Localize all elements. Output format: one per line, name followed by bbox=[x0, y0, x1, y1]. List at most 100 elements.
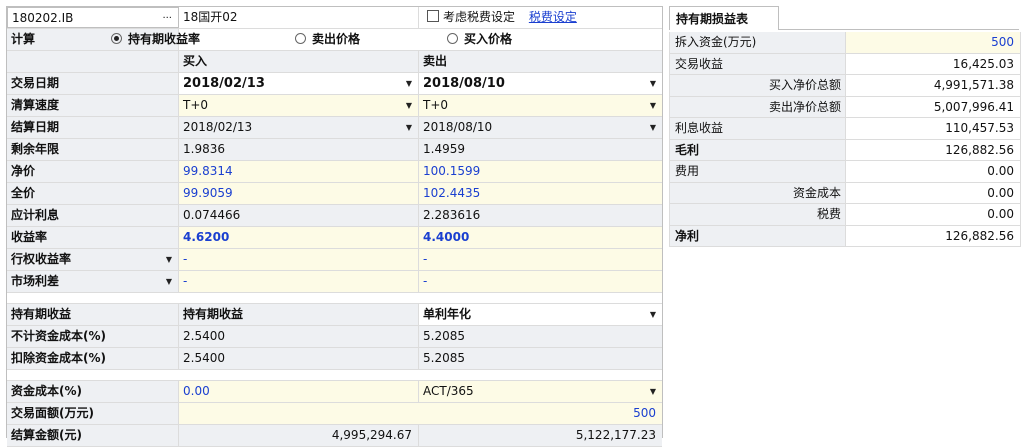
holding-return-column: 持有期收益 bbox=[179, 304, 419, 325]
buy-remaining-term-value: 1.9836 bbox=[179, 139, 419, 160]
column-header-blank bbox=[7, 51, 179, 72]
sell-yield-input[interactable]: 4.4000 bbox=[419, 227, 662, 248]
sell-clean-price-input[interactable]: 100.1599 bbox=[419, 161, 662, 182]
buy-yield-input[interactable]: 4.6200 bbox=[179, 227, 419, 248]
clearing-speed-label: 清算速度 bbox=[7, 95, 179, 116]
sell-market-spread-input[interactable]: - bbox=[419, 271, 662, 292]
expenses-value: 0.00 bbox=[987, 164, 1014, 178]
buy-settlement-date-picker[interactable]: 2018/02/13 bbox=[179, 117, 419, 138]
tab-divider bbox=[779, 29, 1019, 30]
annualization-select[interactable]: 单利年化 bbox=[419, 304, 662, 325]
bond-header-row: 180202.IB ··· 18国开02 考虑税费设定 税费设定 bbox=[7, 7, 662, 29]
table-row: 应计利息 0.074466 2.283616 bbox=[7, 205, 662, 227]
funding-cost-input[interactable]: 0.00 bbox=[179, 381, 419, 402]
bond-code-field[interactable]: 180202.IB ··· bbox=[7, 7, 179, 28]
tax-options: 考虑税费设定 税费设定 bbox=[419, 7, 662, 28]
table-row: 卖出净价总额 5,007,996.41 bbox=[670, 96, 1020, 118]
radio-buy-price-label: 买入价格 bbox=[464, 32, 513, 46]
consider-tax-label: 考虑税费设定 bbox=[443, 10, 516, 24]
sell-full-price-input[interactable]: 102.4435 bbox=[419, 183, 662, 204]
day-count-select[interactable]: ACT/365 bbox=[419, 381, 662, 402]
column-header-sell: 卖出 bbox=[419, 51, 662, 72]
table-row: 交易日期 2018/02/13 2018/08/10 bbox=[7, 73, 662, 95]
radio-sell-price-label: 卖出价格 bbox=[312, 32, 361, 46]
table-row: 利息收益 110,457.53 bbox=[670, 118, 1020, 140]
bond-picker-ellipsis[interactable]: ··· bbox=[162, 8, 172, 27]
table-row: 清算速度 T+0 T+0 bbox=[7, 95, 662, 117]
bond-name-field: 18国开02 bbox=[179, 7, 419, 28]
table-row: 交易面额(万元) 500 bbox=[7, 403, 662, 425]
gross-profit-value: 126,882.56 bbox=[945, 142, 1014, 157]
buy-net-total-value: 4,991,571.38 bbox=[933, 78, 1014, 92]
market-spread-dropdown[interactable]: 市场利差 bbox=[7, 271, 179, 292]
net-funding-cost-annualized: 5.2085 bbox=[419, 348, 662, 369]
tab-holding-pnl[interactable]: 持有期损益表 bbox=[669, 6, 779, 30]
table-row: 结算金额(元) 4,995,294.67 5,122,177.23 bbox=[7, 425, 662, 447]
trade-date-label: 交易日期 bbox=[7, 73, 179, 94]
sell-accrued-interest-value: 2.283616 bbox=[419, 205, 662, 226]
table-row: 费用 0.00 bbox=[670, 161, 1020, 183]
radio-holding-yield-label: 持有期收益率 bbox=[128, 32, 201, 46]
table-row: 买入净价总额 4,991,571.38 bbox=[670, 75, 1020, 97]
table-row: 结算日期 2018/02/13 2018/08/10 bbox=[7, 117, 662, 139]
radio-buy-price[interactable]: 买入价格 bbox=[443, 29, 593, 50]
funding-cost-pnl-value: 0.00 bbox=[987, 185, 1014, 200]
accrued-interest-label: 应计利息 bbox=[7, 205, 179, 226]
table-row: 拆入资金(万元) 500 bbox=[670, 32, 1020, 54]
table-row: 交易收益 16,425.03 bbox=[670, 53, 1020, 75]
table-row: 不计资金成本(%) 2.5400 5.2085 bbox=[7, 326, 662, 348]
table-row: 市场利差 - - bbox=[7, 271, 662, 293]
face-amount-label: 交易面额(万元) bbox=[7, 403, 179, 424]
radio-holding-yield-icon[interactable] bbox=[111, 33, 122, 44]
settlement-amount-label: 结算金额(元) bbox=[7, 425, 179, 446]
table-row: 净价 99.8314 100.1599 bbox=[7, 161, 662, 183]
expenses-label: 费用 bbox=[670, 161, 846, 182]
face-amount-input[interactable]: 500 bbox=[179, 403, 662, 424]
buy-market-spread-input[interactable]: - bbox=[179, 271, 419, 292]
table-row: 资金成本(%) 0.00 ACT/365 bbox=[7, 381, 662, 403]
exercise-yield-dropdown[interactable]: 行权收益率 bbox=[7, 249, 179, 270]
tax-value: 0.00 bbox=[987, 207, 1014, 221]
sell-net-total-value: 5,007,996.41 bbox=[933, 99, 1014, 114]
column-header-buy: 买入 bbox=[179, 51, 419, 72]
radio-buy-price-icon[interactable] bbox=[447, 33, 458, 44]
bond-name-value: 18国开02 bbox=[183, 10, 238, 24]
trading-income-label: 交易收益 bbox=[670, 53, 846, 74]
sell-clearing-speed-select[interactable]: T+0 bbox=[419, 95, 662, 116]
excl-funding-cost-label: 不计资金成本(%) bbox=[7, 326, 179, 347]
yield-label: 收益率 bbox=[7, 227, 179, 248]
consider-tax-checkbox[interactable] bbox=[427, 10, 439, 22]
table-row: 收益率 4.6200 4.4000 bbox=[7, 227, 662, 249]
remaining-term-label: 剩余年限 bbox=[7, 139, 179, 160]
radio-sell-price[interactable]: 卖出价格 bbox=[291, 29, 421, 50]
tax-settings-link[interactable]: 税费设定 bbox=[529, 10, 577, 24]
sell-settlement-date-picker[interactable]: 2018/08/10 bbox=[419, 117, 662, 138]
full-price-label: 全价 bbox=[7, 183, 179, 204]
trading-income-value: 16,425.03 bbox=[952, 56, 1014, 71]
pnl-table: 拆入资金(万元) 500 交易收益 16,425.03 买入净价总额 4,991… bbox=[669, 32, 1021, 247]
borrowed-funds-input[interactable]: 500 bbox=[846, 32, 1020, 53]
pnl-panel: 持有期损益表 拆入资金(万元) 500 交易收益 16,425.03 买入净价总… bbox=[669, 6, 1021, 247]
spacer-row bbox=[7, 293, 662, 304]
buy-clean-price-input[interactable]: 99.8314 bbox=[179, 161, 419, 182]
table-row: 税费 0.00 bbox=[670, 204, 1020, 226]
settlement-date-label: 结算日期 bbox=[7, 117, 179, 138]
sell-remaining-term-value: 1.4959 bbox=[419, 139, 662, 160]
funding-cost-label: 资金成本(%) bbox=[7, 381, 179, 402]
column-header-row: 买入 卖出 bbox=[7, 51, 662, 73]
borrowed-funds-label: 拆入资金(万元) bbox=[670, 32, 846, 53]
radio-sell-price-icon[interactable] bbox=[295, 33, 306, 44]
buy-net-total-label: 买入净价总额 bbox=[670, 75, 846, 96]
net-funding-cost-label: 扣除资金成本(%) bbox=[7, 348, 179, 369]
buy-full-price-input[interactable]: 99.9059 bbox=[179, 183, 419, 204]
sell-exercise-yield-input[interactable]: - bbox=[419, 249, 662, 270]
buy-exercise-yield-input[interactable]: - bbox=[179, 249, 419, 270]
table-row: 全价 99.9059 102.4435 bbox=[7, 183, 662, 205]
sell-settlement-amount-value: 5,122,177.23 bbox=[419, 425, 662, 446]
sell-trade-date-picker[interactable]: 2018/08/10 bbox=[419, 73, 662, 94]
radio-holding-yield[interactable]: 持有期收益率 bbox=[107, 29, 287, 50]
buy-trade-date-picker[interactable]: 2018/02/13 bbox=[179, 73, 419, 94]
net-profit-label: 净利 bbox=[670, 225, 846, 246]
buy-clearing-speed-select[interactable]: T+0 bbox=[179, 95, 419, 116]
calc-mode-row: 计算 持有期收益率 卖出价格 买入价格 bbox=[7, 29, 662, 51]
